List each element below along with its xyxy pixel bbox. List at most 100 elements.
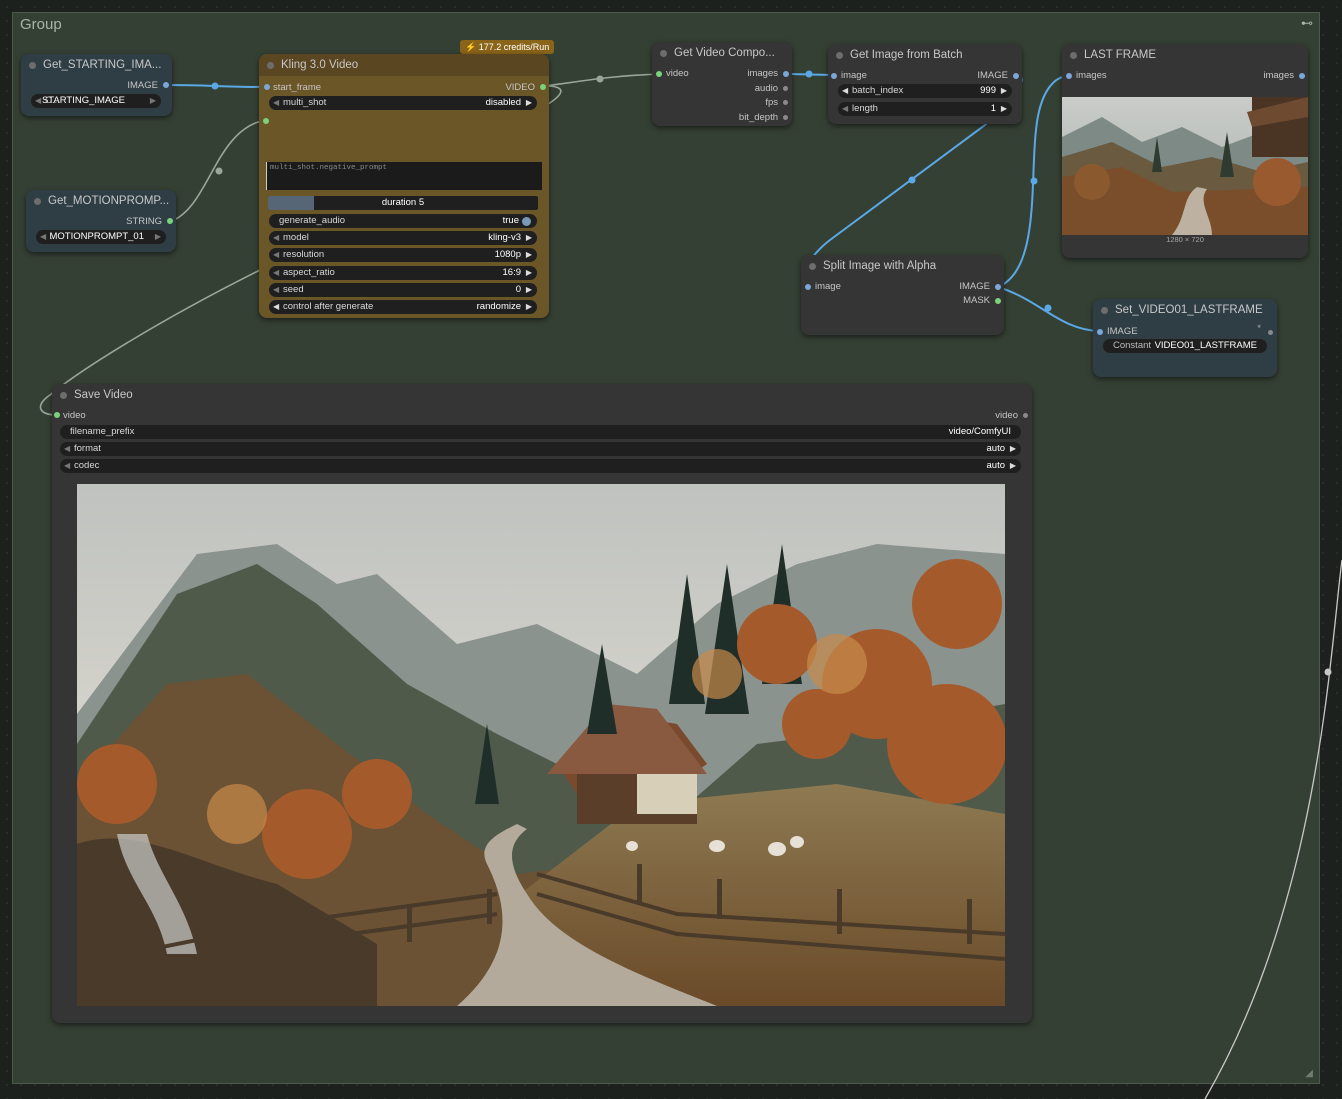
arrow-left-icon[interactable]: ◀	[842, 102, 848, 116]
negative-prompt-textarea[interactable]: multi_shot.negative_prompt	[266, 162, 542, 190]
node-get-video-components[interactable]: Get Video Compo... video images audio fp…	[652, 42, 792, 126]
arrow-left-icon[interactable]: ◀	[273, 283, 279, 297]
node-title-text: Split Image with Alpha	[823, 260, 937, 272]
arrow-left-icon[interactable]: ◀	[40, 230, 46, 244]
node-title[interactable]: Get_STARTING_IMA...	[21, 54, 172, 76]
widget-label: model	[283, 232, 309, 243]
arrow-left-icon[interactable]: ◀	[273, 266, 279, 280]
duration-slider[interactable]: duration 5	[268, 196, 538, 210]
resolution-combo[interactable]: ◀ resolution 1080p ▶	[269, 248, 537, 262]
input-socket[interactable]	[656, 71, 662, 77]
output-socket-audio[interactable]	[783, 86, 788, 91]
node-title[interactable]: Save Video	[52, 384, 1032, 406]
combo-widget[interactable]: ◀ . MOTIONPROMPT_01 ▶	[36, 230, 166, 244]
codec-combo[interactable]: ◀ codec auto ▶	[60, 459, 1021, 473]
arrow-right-icon[interactable]: ▶	[150, 94, 156, 108]
arrow-right-icon[interactable]: ▶	[526, 96, 532, 110]
arrow-right-icon[interactable]: ▶	[526, 300, 532, 314]
arrow-right-icon[interactable]: ▶	[526, 231, 532, 245]
node-save-video[interactable]: Save Video video video filename_prefix v…	[52, 384, 1032, 1023]
node-status-dot	[34, 198, 41, 205]
node-status-dot	[809, 263, 816, 270]
output-socket[interactable]	[1013, 73, 1019, 79]
node-title[interactable]: Get Video Compo...	[652, 42, 792, 64]
arrow-right-icon[interactable]: ▶	[526, 248, 532, 262]
widget-value: 999	[980, 85, 996, 96]
group-title[interactable]: Group	[20, 16, 62, 33]
arrow-right-icon[interactable]: ▶	[1001, 84, 1007, 98]
video-preview[interactable]	[77, 484, 1005, 1006]
model-combo[interactable]: ◀ model kling-v3 ▶	[269, 231, 537, 245]
node-split-image-with-alpha[interactable]: Split Image with Alpha image IMAGE MASK	[801, 255, 1004, 335]
length-number[interactable]: ◀ length 1 ▶	[838, 102, 1012, 116]
combo-widget[interactable]: ◀ C... STARTING_IMAGE ▶	[31, 94, 161, 108]
format-combo[interactable]: ◀ format auto ▶	[60, 442, 1021, 456]
output-socket[interactable]	[1299, 73, 1305, 79]
widget-value: MOTIONPROMPT_01	[49, 231, 145, 242]
output-socket-fps[interactable]	[783, 100, 788, 105]
arrow-right-icon[interactable]: ▶	[1001, 102, 1007, 116]
output-socket[interactable]	[163, 82, 169, 88]
arrow-left-icon[interactable]: ◀	[35, 94, 41, 108]
node-title[interactable]: Split Image with Alpha	[801, 255, 1004, 277]
widget-label: filename_prefix	[70, 426, 135, 437]
node-title[interactable]: Get Image from Batch	[828, 44, 1022, 66]
constant-text-widget[interactable]: Constant VIDEO01_LASTFRAME	[1103, 339, 1267, 353]
output-socket[interactable]	[540, 84, 546, 90]
input-socket[interactable]	[831, 73, 837, 79]
input-label: image	[841, 70, 867, 81]
output-socket[interactable]	[167, 218, 173, 224]
arrow-right-icon[interactable]: ▶	[526, 266, 532, 280]
output-label: VIDEO	[505, 82, 535, 93]
output-socket-images[interactable]	[783, 71, 789, 77]
arrow-right-icon[interactable]: ▶	[1010, 442, 1016, 456]
input-socket[interactable]	[54, 412, 60, 418]
output-socket-bit-depth[interactable]	[783, 115, 788, 120]
filename-prefix-text[interactable]: filename_prefix video/ComfyUI	[60, 425, 1021, 439]
input-socket[interactable]	[264, 84, 270, 90]
generate-audio-toggle[interactable]: generate_audio true	[269, 214, 537, 228]
node-title[interactable]: Get_MOTIONPROMP...	[26, 190, 176, 212]
arrow-left-icon[interactable]: ◀	[273, 300, 279, 314]
input-socket[interactable]	[1097, 329, 1103, 335]
multi-shot-combo[interactable]: ◀ multi_shot disabled ▶	[269, 96, 537, 110]
arrow-left-icon[interactable]: ◀	[273, 248, 279, 262]
node-title[interactable]: Set_VIDEO01_LASTFRAME	[1093, 299, 1277, 321]
prompt-input-socket[interactable]	[263, 118, 269, 124]
node-title[interactable]: LAST FRAME	[1062, 44, 1308, 66]
arrow-left-icon[interactable]: ◀	[64, 459, 70, 473]
node-title-text: Get_STARTING_IMA...	[43, 59, 162, 71]
output-socket[interactable]	[1023, 413, 1028, 418]
input-label: start_frame	[273, 82, 322, 93]
node-status-dot	[1070, 52, 1077, 59]
output-socket-image[interactable]	[995, 284, 1001, 290]
batch-index-number[interactable]: ◀ batch_index 999 ▶	[838, 84, 1012, 98]
node-title[interactable]: Kling 3.0 Video	[259, 54, 549, 76]
toggle-knob[interactable]	[522, 217, 531, 226]
output-socket[interactable]	[1268, 330, 1273, 335]
control-after-generate-combo[interactable]: ◀ control after generate randomize ▶	[269, 300, 537, 314]
node-status-dot	[1101, 307, 1108, 314]
aspect-ratio-combo[interactable]: ◀ aspect_ratio 16:9 ▶	[269, 266, 537, 280]
node-get-image-from-batch[interactable]: Get Image from Batch image IMAGE ◀ batch…	[828, 44, 1022, 124]
input-socket[interactable]	[805, 284, 811, 290]
node-title-text: Set_VIDEO01_LASTFRAME	[1115, 304, 1263, 316]
arrow-right-icon[interactable]: ▶	[155, 230, 161, 244]
pin-icon[interactable]: ⊷	[1301, 16, 1313, 30]
node-get-motionprompt[interactable]: Get_MOTIONPROMP... STRING ◀ . MOTIONPROM…	[26, 190, 176, 252]
node-status-dot	[660, 50, 667, 57]
input-socket[interactable]	[1066, 73, 1072, 79]
landscape-image	[1062, 97, 1308, 235]
node-last-frame[interactable]: LAST FRAME images images 1280 × 720	[1062, 44, 1308, 258]
node-get-starting-image[interactable]: Get_STARTING_IMA... IMAGE ◀ C... STARTIN…	[21, 54, 172, 116]
resize-handle-icon[interactable]: ◢	[1305, 1068, 1313, 1079]
arrow-left-icon[interactable]: ◀	[273, 231, 279, 245]
output-socket-mask[interactable]	[995, 298, 1001, 304]
seed-number[interactable]: ◀ seed 0 ▶	[269, 283, 537, 297]
node-set-video01-lastframe[interactable]: Set_VIDEO01_LASTFRAME IMAGE * Constant V…	[1093, 299, 1277, 377]
arrow-left-icon[interactable]: ◀	[273, 96, 279, 110]
arrow-right-icon[interactable]: ▶	[526, 283, 532, 297]
arrow-right-icon[interactable]: ▶	[1010, 459, 1016, 473]
arrow-left-icon[interactable]: ◀	[842, 84, 848, 98]
arrow-left-icon[interactable]: ◀	[64, 442, 70, 456]
